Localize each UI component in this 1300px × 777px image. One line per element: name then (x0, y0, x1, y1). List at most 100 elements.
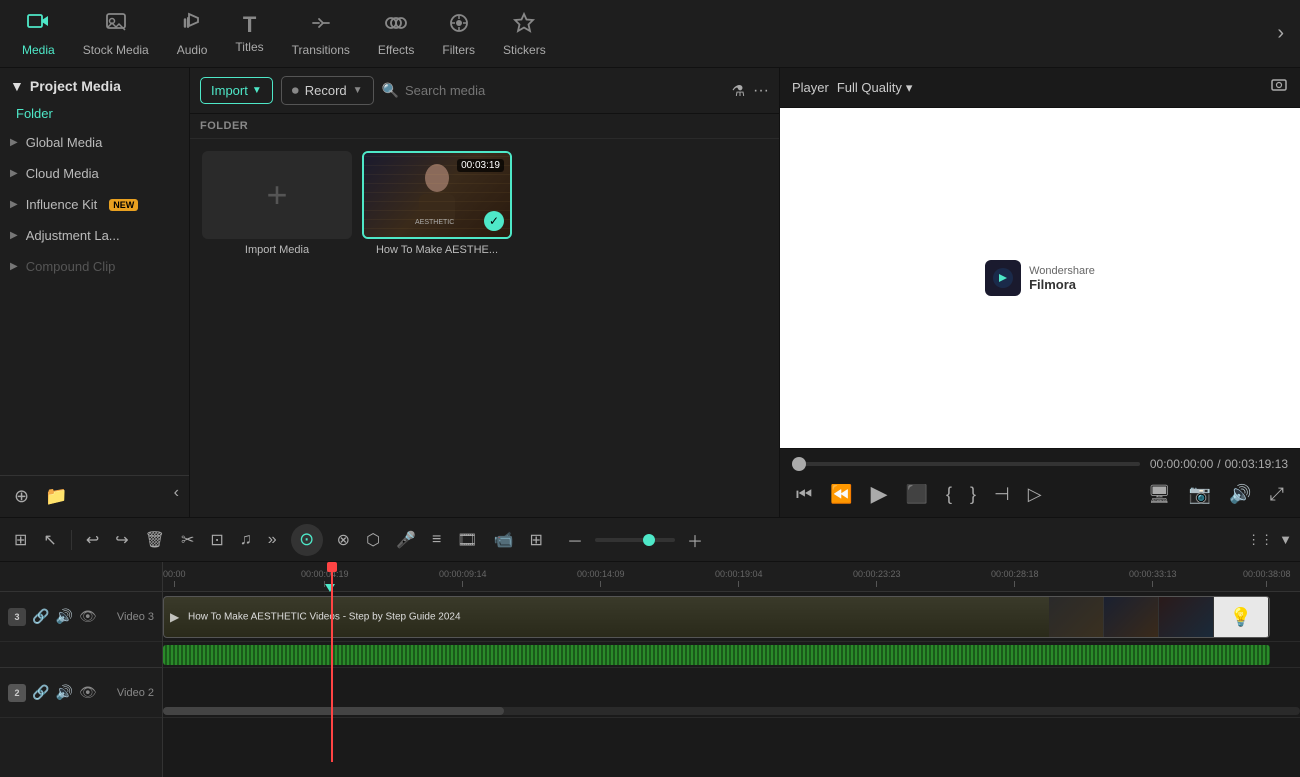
track2-link-btn[interactable]: 🔗 (32, 684, 49, 701)
volume-btn[interactable]: 🔊 (1225, 482, 1255, 507)
delete-btn[interactable]: 🗑 (139, 526, 171, 554)
nav-stock-label: Stock Media (83, 43, 149, 57)
timeline-scrollbar-thumb[interactable] (163, 707, 504, 715)
timeline-center-btn[interactable]: ⊙ (291, 524, 323, 556)
settings-btn[interactable]: ⤢ (1266, 482, 1288, 507)
media-toolbar: Import ▼ ⏺ Record ▼ 🔍 ⚗ ··· (190, 68, 779, 114)
nav-item-stock-media[interactable]: Stock Media (69, 5, 163, 63)
toolbar-separator-1 (71, 530, 72, 550)
ripple-btn[interactable]: ⊗ (331, 526, 356, 554)
filmora-brand-line2: Filmora (1029, 277, 1095, 292)
new-badge: NEW (109, 199, 138, 211)
nav-effects-label: Effects (378, 43, 414, 57)
track2-eye-btn[interactable]: 👁 (79, 684, 97, 701)
monitor-btn[interactable]: 🖥 (1144, 482, 1175, 507)
new-folder-btn[interactable]: 📁 (41, 484, 71, 509)
sidebar-item-influence-kit[interactable]: ▶ Influence Kit NEW (0, 189, 189, 220)
filmora-brand-line1: Wondershare (1029, 265, 1095, 277)
more-tools-btn[interactable]: » (262, 527, 283, 553)
zoom-out-btn[interactable]: － (561, 524, 589, 556)
progress-thumb[interactable] (792, 457, 806, 471)
nav-item-audio[interactable]: Audio (163, 5, 222, 63)
next-marker-btn[interactable]: ▷ (1024, 482, 1046, 507)
video-thumb: AESTHETIC 00:03:19 ✓ (362, 151, 512, 239)
screenshot-icon[interactable] (1270, 76, 1288, 99)
nav-item-titles[interactable]: T Titles (221, 8, 277, 60)
nav-item-transitions[interactable]: Transitions (278, 5, 364, 63)
zoom-slider[interactable] (595, 538, 675, 542)
prev-marker-btn[interactable]: ⊣ (990, 482, 1014, 507)
cut-btn[interactable]: ✂ (175, 526, 200, 554)
timeline-tracks[interactable]: 00:00 00:00:04:19 00:00:09:14 00:00:14:0… (163, 562, 1300, 777)
grid-icon: ⋮⋮ (1247, 532, 1273, 548)
time-display: 00:00:00:00 / 00:03:19:13 (1150, 457, 1288, 471)
sidebar-item-adjustment-layer[interactable]: ▶ Adjustment La... (0, 220, 189, 251)
video-duration-badge: 00:03:19 (457, 159, 504, 172)
play-btn[interactable]: ▶ (867, 479, 892, 509)
media-icon (26, 11, 50, 39)
clip-frames-right: 💡 (1049, 597, 1269, 637)
stop-btn[interactable]: ⬛ (902, 482, 932, 507)
progress-bar[interactable] (792, 462, 1140, 466)
audio-btn[interactable]: ♫ (234, 527, 258, 553)
camera-btn[interactable]: 📹 (488, 526, 520, 554)
track-mute-btn[interactable]: 🔊 (55, 608, 72, 625)
nav-item-filters[interactable]: Filters (428, 5, 489, 63)
import-media-card[interactable]: + Import Media (202, 151, 352, 505)
sidebar-header: ▼ Project Media (0, 68, 189, 100)
filter-icon[interactable]: ⚗ (732, 82, 745, 100)
frame-back-btn[interactable]: ⏪ (826, 482, 856, 507)
timeline-toolbar: ⊞ ↖ ↩ ↪ 🗑 ✂ ⊡ ♫ » ⊙ ⊗ ⬡ 🎤 ≡ 🎞 📹 ⊞ － ＋ ⋮⋮… (0, 518, 1300, 562)
snapshot-btn[interactable]: 📷 (1185, 482, 1215, 507)
search-icon: 🔍 (382, 82, 399, 99)
crop-btn[interactable]: ⬡ (360, 526, 386, 554)
redo-btn[interactable]: ↪ (109, 526, 134, 554)
nav-more-btn[interactable]: › (1269, 18, 1292, 49)
collapse-sidebar-btn[interactable]: ‹ (174, 484, 179, 509)
control-buttons: ⏮ ⏪ ▶ ⬛ { } ⊣ ▷ 🖥 📷 🔊 ⤢ (792, 479, 1288, 509)
add-media-icon: + (266, 174, 287, 216)
layout-btn[interactable]: ⊞ (8, 526, 33, 554)
playhead[interactable] (331, 562, 333, 762)
zoom-thumb[interactable] (643, 534, 655, 546)
undo-btn[interactable]: ↩ (80, 526, 105, 554)
grid-btn[interactable]: ⋮⋮ ▼ (1247, 532, 1292, 548)
ruler-mark-6: 00:00:28:18 (991, 569, 1039, 587)
nav-item-media[interactable]: Media (8, 5, 69, 63)
import-to-track-btn[interactable]: ⊞ (524, 526, 549, 554)
sidebar-folder-active[interactable]: Folder (0, 100, 189, 127)
add-media-btn[interactable]: ⊕ (10, 484, 33, 509)
mic-btn[interactable]: 🎤 (390, 526, 422, 554)
subtitle-btn[interactable]: ≡ (426, 527, 447, 553)
film-btn[interactable]: 🎞 (451, 526, 483, 554)
search-input[interactable] (405, 83, 724, 98)
sidebar-arrow: ▼ (10, 78, 24, 94)
filmora-logo: Wondershare Filmora (985, 260, 1095, 296)
sidebar-item-global-media[interactable]: ▶ Global Media (0, 127, 189, 158)
video-media-card[interactable]: AESTHETIC 00:03:19 ✓ How To Make AESTHE.… (362, 151, 512, 505)
mark-in-btn[interactable]: { (942, 482, 956, 507)
ruler-mark-3: 00:00:14:09 (577, 569, 625, 587)
import-button[interactable]: Import ▼ (200, 77, 273, 104)
skip-back-btn[interactable]: ⏮ (792, 482, 816, 507)
more-options-icon[interactable]: ··· (753, 82, 769, 100)
quality-selector[interactable]: Full Quality ▾ (837, 80, 913, 96)
svg-text:AESTHETIC: AESTHETIC (415, 219, 454, 226)
record-button[interactable]: ⏺ Record ▼ (281, 76, 374, 105)
sidebar-item-compound-clip[interactable]: ▶ Compound Clip (0, 251, 189, 282)
nav-item-stickers[interactable]: Stickers (489, 5, 560, 63)
trim-btn[interactable]: ⊡ (204, 526, 229, 554)
record-label: Record (305, 83, 347, 98)
mark-out-btn[interactable]: } (966, 482, 980, 507)
nav-item-effects[interactable]: Effects (364, 5, 428, 63)
ruler-mark-0: 00:00 (163, 569, 186, 587)
audio-waveform-clip[interactable] (163, 645, 1270, 665)
video3-clip[interactable]: ▶ How To Make AESTHETIC Videos - Step by… (163, 596, 1270, 638)
track2-mute-btn[interactable]: 🔊 (55, 684, 72, 701)
select-tool-btn[interactable]: ↖ (37, 526, 62, 554)
track-eye-btn[interactable]: 👁 (79, 608, 97, 625)
track-link-btn[interactable]: 🔗 (32, 608, 49, 625)
zoom-in-btn[interactable]: ＋ (681, 524, 709, 556)
track-control-video3: 3 🔗 🔊 👁 Video 3 (0, 592, 162, 642)
sidebar-item-cloud-media[interactable]: ▶ Cloud Media (0, 158, 189, 189)
